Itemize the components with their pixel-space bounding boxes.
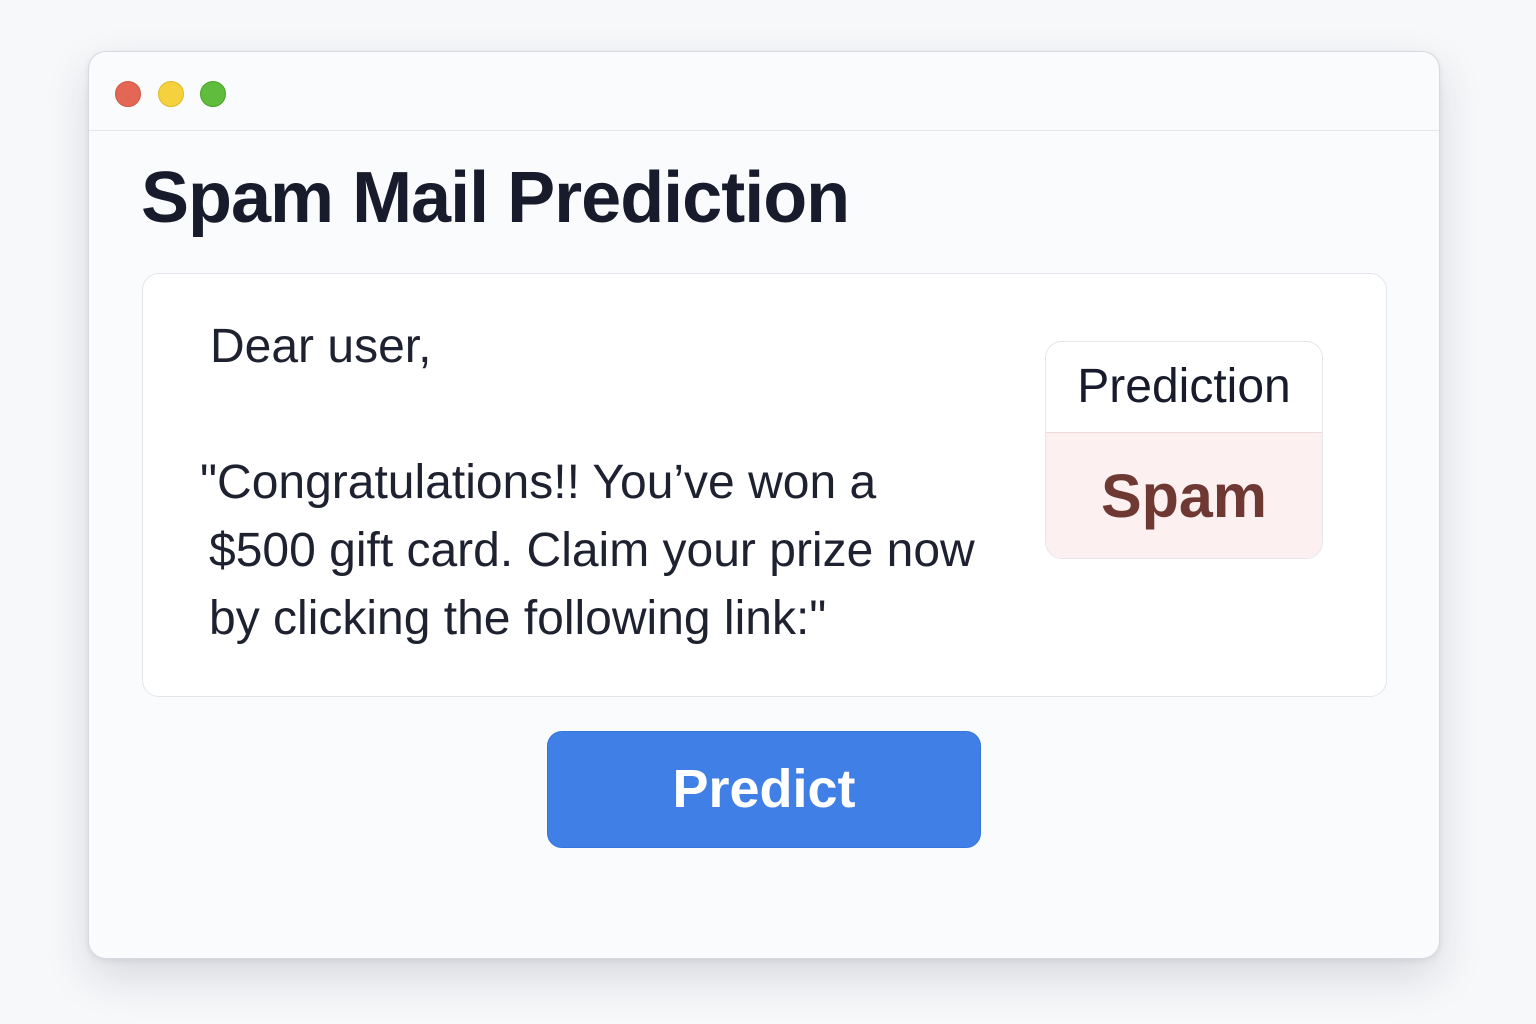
prediction-result: Spam	[1046, 433, 1322, 558]
application-window: Spam Mail Prediction Dear user, "Congrat…	[88, 51, 1440, 959]
email-message-line: by clicking the following link:"	[209, 592, 827, 645]
zoom-window-control-icon[interactable]	[200, 81, 226, 107]
minimize-window-control-icon[interactable]	[158, 81, 184, 107]
page-title: Spam Mail Prediction	[141, 158, 850, 238]
email-content-card: Dear user, "Congratulations!! You’ve won…	[142, 273, 1387, 697]
email-greeting: Dear user,	[210, 320, 432, 373]
prediction-label: Prediction	[1046, 342, 1322, 433]
prediction-card: Prediction Spam	[1045, 341, 1323, 559]
predict-button[interactable]: Predict	[547, 731, 981, 848]
email-message-line: $500 gift card. Claim your prize now	[209, 524, 975, 577]
window-titlebar	[89, 52, 1439, 131]
email-message: "Congratulations!! You’ve won a $500 gif…	[200, 449, 1035, 653]
close-window-control-icon[interactable]	[115, 81, 141, 107]
email-message-line: "Congratulations!! You’ve won a	[200, 456, 877, 509]
